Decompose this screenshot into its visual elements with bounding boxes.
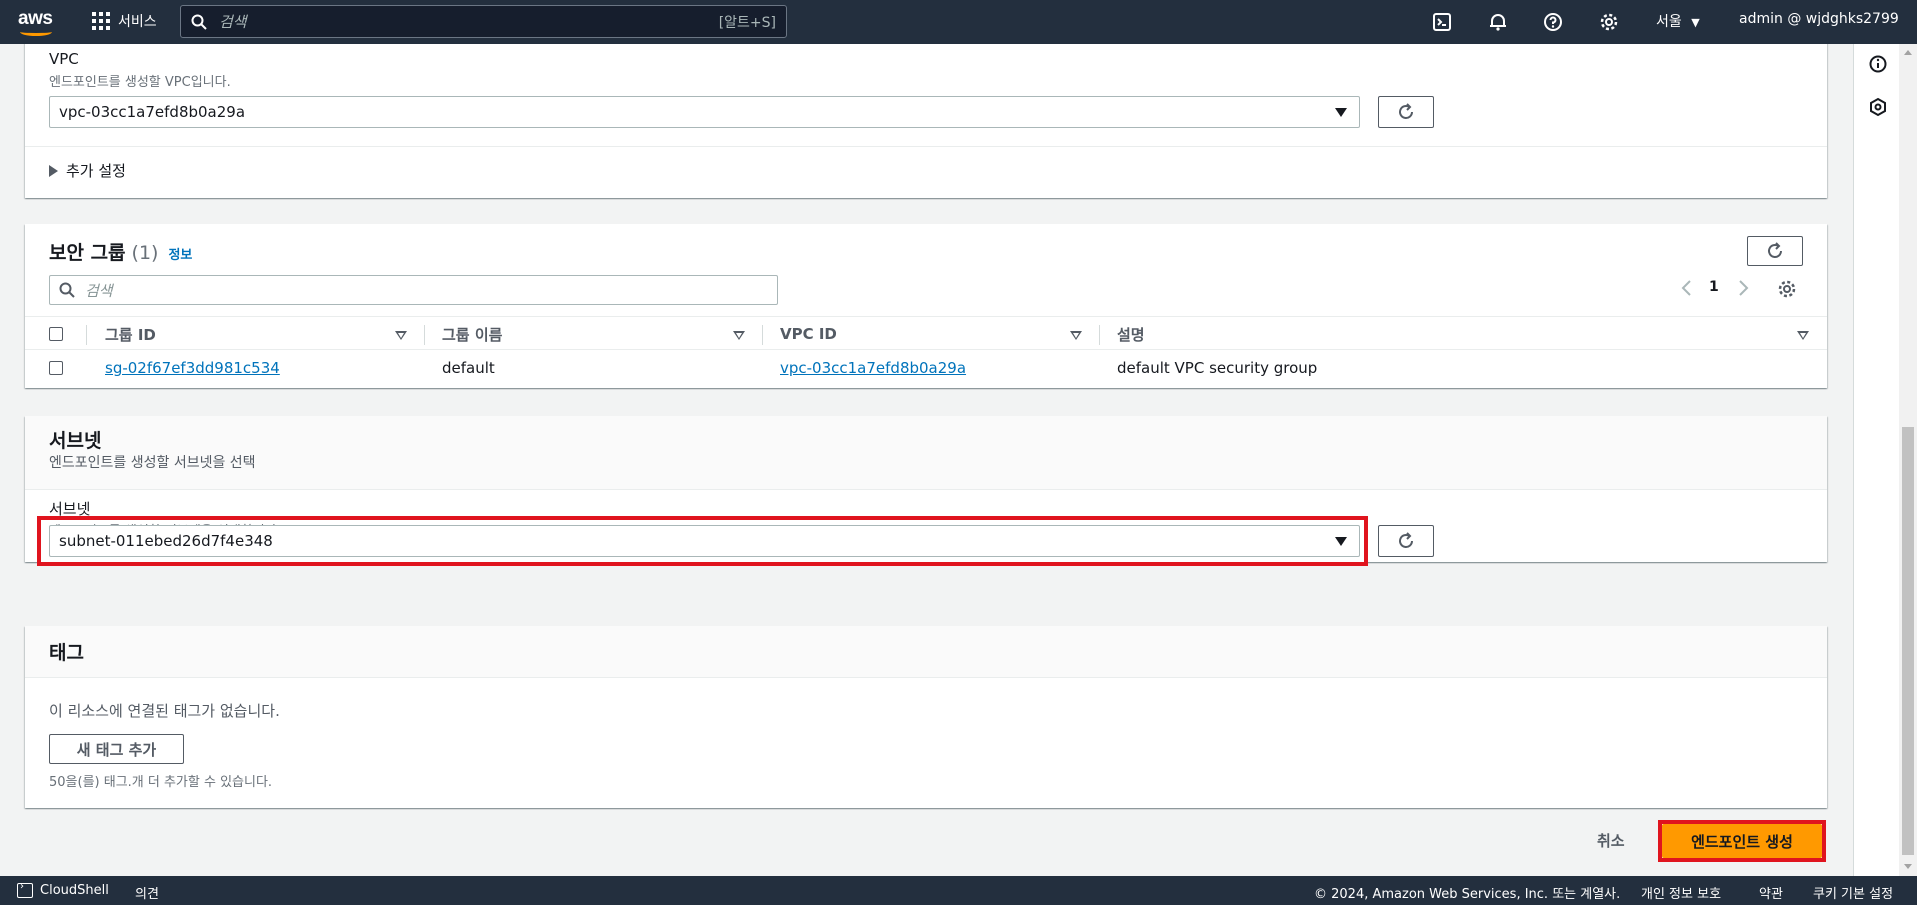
footer-privacy-link[interactable]: 개인 정보 보호 [1641, 883, 1721, 902]
security-groups-refresh-button[interactable] [1747, 236, 1803, 266]
column-header-vpc-id[interactable]: VPC ID [780, 317, 837, 351]
caret-down-icon: ▼ [1691, 16, 1700, 29]
tags-hint: 50을(를) 태그.개 더 추가할 수 있습니다. [49, 775, 273, 790]
search-placeholder: 검색 [219, 13, 247, 31]
sort-icon[interactable] [1070, 331, 1082, 340]
vpc-description: 엔드포인트를 생성할 VPC입니다. [49, 75, 231, 90]
info-circle-icon[interactable] [1868, 54, 1888, 78]
info-link[interactable]: 정보 [168, 244, 192, 263]
column-header-group-id[interactable]: 그룹 ID [105, 317, 156, 351]
aws-logo[interactable]: aws [18, 8, 56, 36]
hexagon-icon[interactable] [1868, 97, 1888, 121]
footer-copyright: © 2024, Amazon Web Services, Inc. 또는 계열사… [1314, 887, 1621, 902]
column-header-group-name[interactable]: 그룹 이름 [442, 317, 502, 351]
search-placeholder: 검색 [85, 281, 113, 300]
grid-icon [92, 12, 110, 30]
caret-right-icon [49, 164, 58, 177]
subnet-refresh-button[interactable] [1378, 525, 1434, 557]
aws-smile-icon [20, 28, 52, 36]
cancel-button[interactable]: 취소 [1597, 830, 1625, 851]
additional-settings-label: 추가 설정 [66, 162, 126, 180]
chevron-right-icon[interactable] [1735, 278, 1751, 302]
region-label: 서울 [1656, 14, 1682, 30]
vpc-refresh-button[interactable] [1378, 96, 1434, 128]
vpc-selected-value: vpc-03cc1a7efd8b0a29a [59, 103, 246, 121]
help-icon[interactable] [1543, 12, 1563, 32]
description-cell: default VPC security group [1117, 359, 1318, 377]
settings-gear-icon[interactable] [1599, 12, 1619, 32]
tags-section-title: 태그 [49, 642, 84, 664]
account-label: admin @ wjdghks2799 [1739, 11, 1899, 27]
footer-feedback-link[interactable]: 의견 [135, 883, 159, 902]
footer-cookies-link[interactable]: 쿠키 기본 설정 [1813, 883, 1893, 902]
cloudshell-icon: › [17, 881, 33, 898]
subnet-section-subtitle: 엔드포인트를 생성할 서브넷을 선택 [49, 455, 256, 471]
scroll-up-arrow-icon[interactable] [1904, 50, 1912, 55]
aws-logo-text: aws [18, 8, 53, 29]
top-navigation-bar: aws 서비스 검색 [알트+S] 서울 ▼ admin @ wjdghks27… [0, 0, 1917, 44]
sort-icon[interactable] [1797, 331, 1809, 340]
select-all-checkbox[interactable] [49, 327, 63, 341]
sort-icon[interactable] [395, 331, 407, 340]
footer-bar: › CloudShell 의견 © 2024, Amazon Web Servi… [0, 876, 1917, 905]
group-id-link[interactable]: sg-02f67ef3dd981c534 [105, 359, 280, 377]
refresh-icon [1399, 532, 1413, 548]
footer-cloudshell-link[interactable]: CloudShell [40, 883, 109, 898]
vpc-label: VPC [49, 50, 79, 68]
scrollbar-thumb[interactable] [1902, 427, 1914, 855]
search-icon [59, 282, 75, 298]
table-header: 그룹 ID 그룹 이름 VPC ID 설명 [25, 316, 1827, 350]
chevron-left-icon[interactable] [1679, 278, 1695, 302]
refresh-icon [1768, 242, 1782, 258]
vpc-panel: VPC 엔드포인트를 생성할 VPC입니다. vpc-03cc1a7efd8b0… [25, 44, 1827, 198]
account-menu[interactable]: admin @ wjdghks2799 [1739, 11, 1899, 27]
search-shortcut-hint: [알트+S] [718, 14, 776, 31]
vpc-select[interactable]: vpc-03cc1a7efd8b0a29a [49, 96, 1360, 128]
row-checkbox[interactable] [49, 361, 63, 375]
additional-settings-toggle[interactable]: 추가 설정 [49, 160, 126, 181]
subnet-panel: 서브넷 엔드포인트를 생성할 서브넷을 선택 서브넷 엔드포인트를 생성할 서브… [25, 416, 1827, 566]
services-label: 서비스 [118, 14, 157, 30]
global-search-input[interactable]: 검색 [알트+S] [180, 5, 787, 38]
add-tag-button[interactable]: 새 태그 추가 [49, 734, 184, 764]
scroll-down-arrow-icon[interactable] [1904, 864, 1912, 869]
caret-down-icon [1335, 108, 1347, 117]
footer-terms-link[interactable]: 약관 [1759, 883, 1783, 902]
group-name-cell: default [442, 359, 495, 377]
main-content: VPC 엔드포인트를 생성할 VPC입니다. vpc-03cc1a7efd8b0… [0, 44, 1853, 876]
search-icon [191, 14, 207, 30]
subnet-highlight-box [37, 516, 1368, 566]
vpc-id-link[interactable]: vpc-03cc1a7efd8b0a29a [780, 359, 966, 377]
notifications-bell-icon[interactable] [1488, 12, 1508, 32]
table-preferences-gear-icon[interactable] [1777, 279, 1797, 303]
security-groups-panel: 보안 그룹 (1) 정보 검색 1 그룹 ID 그룹 이름 VPC ID 설명 … [25, 224, 1827, 388]
security-groups-search-input[interactable]: 검색 [49, 275, 778, 305]
column-header-description[interactable]: 설명 [1117, 317, 1145, 351]
region-selector[interactable]: 서울 ▼ [1656, 11, 1700, 31]
right-utility-rail [1853, 44, 1899, 876]
sort-icon[interactable] [733, 331, 745, 340]
vertical-scrollbar[interactable] [1899, 44, 1917, 876]
tags-empty-text: 이 리소스에 연결된 태그가 없습니다. [49, 702, 280, 720]
cloudshell-icon[interactable] [1432, 12, 1452, 32]
services-menu-button[interactable]: 서비스 [92, 11, 157, 31]
security-groups-title: 보안 그룹 [49, 242, 126, 264]
subnet-section-title: 서브넷 [49, 430, 102, 452]
create-endpoint-button[interactable]: 엔드포인트 생성 [1662, 824, 1822, 858]
page-number[interactable]: 1 [1709, 279, 1719, 295]
security-groups-count: (1) [131, 242, 159, 264]
refresh-icon [1399, 103, 1413, 119]
tags-panel: 태그 이 리소스에 연결된 태그가 없습니다. 새 태그 추가 50을(를) 태… [25, 626, 1827, 808]
table-row[interactable]: sg-02f67ef3dd981c534 default vpc-03cc1a7… [25, 350, 1827, 386]
